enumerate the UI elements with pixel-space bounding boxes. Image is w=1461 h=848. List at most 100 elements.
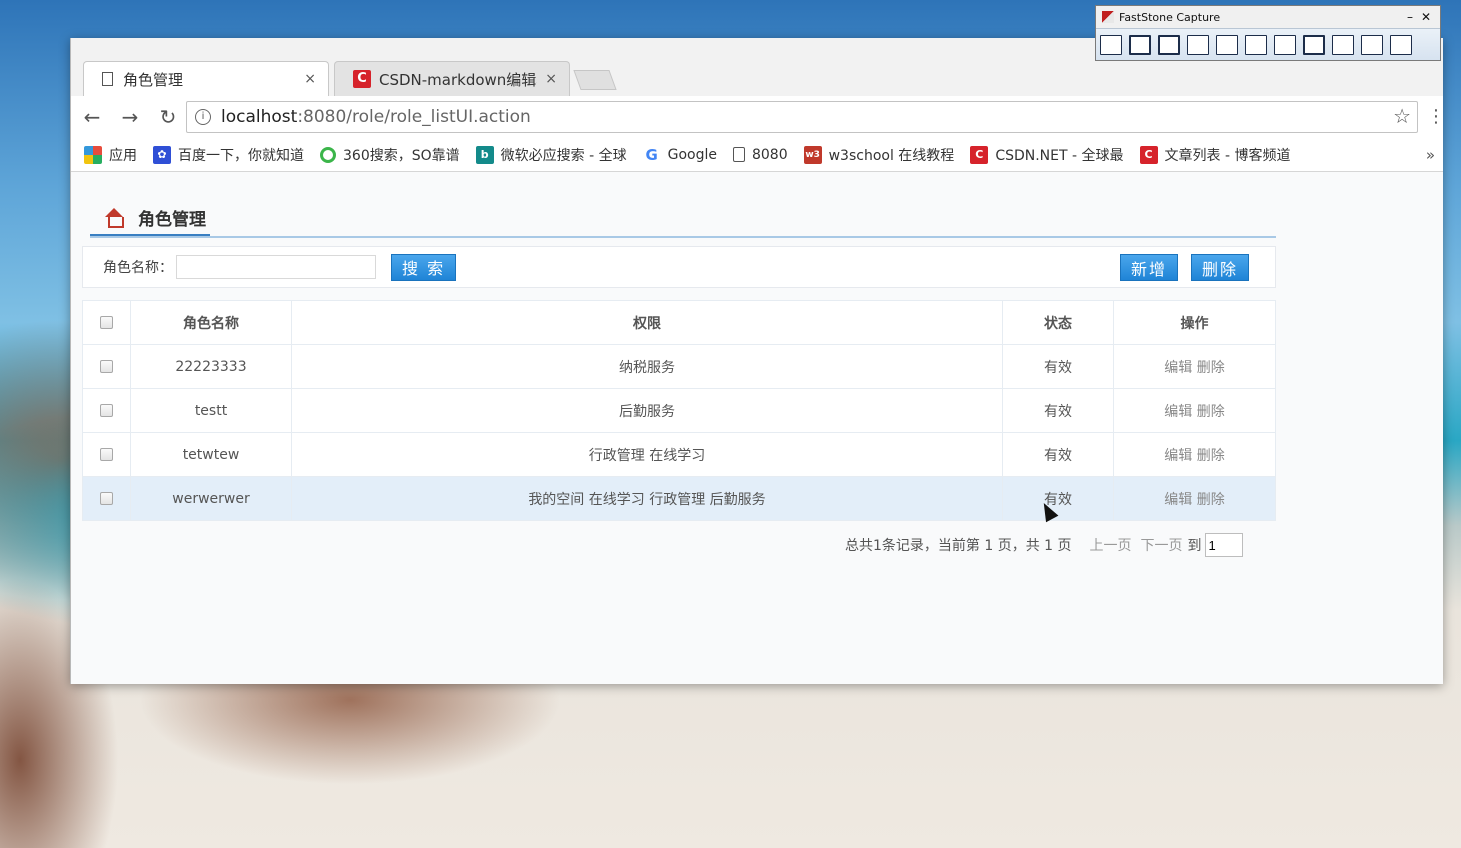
reload-button[interactable]: ↻ xyxy=(151,105,185,129)
bookmark-star-icon[interactable]: ☆ xyxy=(1393,104,1411,128)
select-all-checkbox[interactable] xyxy=(100,316,113,329)
search-button[interactable]: 搜 索 xyxy=(391,253,457,281)
settings-icon[interactable] xyxy=(1390,34,1412,55)
permissions-cell: 我的空间 在线学习 行政管理 后勤服务 xyxy=(291,476,1003,521)
bookmark-bing[interactable]: b 微软必应搜索 - 全球 xyxy=(475,145,627,165)
capture-fullscreen-icon[interactable] xyxy=(1245,34,1267,55)
role-name-input[interactable] xyxy=(176,255,376,279)
new-tab-button[interactable] xyxy=(573,70,617,90)
forward-button[interactable]: → xyxy=(113,105,147,129)
bookmark-label: 文章列表 - 博客频道 xyxy=(1164,147,1291,164)
address-bar[interactable]: i localhost:8080/role/role_listUI.action… xyxy=(186,101,1418,133)
capture-fixed-region-icon[interactable] xyxy=(1303,34,1325,55)
table-header-row: 角色名称 权限 状态 操作 xyxy=(82,300,1276,345)
delete-link[interactable]: 删除 xyxy=(1197,360,1225,376)
row-checkbox[interactable] xyxy=(100,404,113,417)
bookmark-w3school[interactable]: w3 w3school 在线教程 xyxy=(803,145,954,165)
role-name-cell: 22223333 xyxy=(130,344,292,389)
delete-link[interactable]: 删除 xyxy=(1197,448,1225,464)
edit-link[interactable]: 编辑 xyxy=(1164,404,1192,420)
info-icon[interactable]: i xyxy=(195,109,211,125)
minimize-button[interactable]: – xyxy=(1402,10,1418,24)
palette-icon[interactable] xyxy=(1361,34,1383,55)
bookmark-article-list[interactable]: C 文章列表 - 博客频道 xyxy=(1139,145,1291,165)
bookmark-google[interactable]: G Google xyxy=(642,145,717,164)
url-path: :8080/role/role_listUI.action xyxy=(297,107,531,127)
home-icon xyxy=(104,208,124,228)
browser-window: 角色管理 × C CSDN-markdown编辑器 × ← → ↻ i loca… xyxy=(70,38,1445,684)
delete-button[interactable]: 删除 xyxy=(1191,254,1250,281)
bookmark-360[interactable]: 360搜索，SO靠谱 xyxy=(320,145,460,165)
bookmark-label: CSDN.NET - 全球最 xyxy=(995,147,1124,164)
bookmark-8080[interactable]: 8080 xyxy=(732,146,788,163)
page-icon xyxy=(732,147,745,162)
table-row: testt 后勤服务 有效 编辑 删除 xyxy=(82,388,1276,433)
header-status: 状态 xyxy=(1002,300,1114,345)
bookmark-label: Google xyxy=(667,146,717,163)
delete-link[interactable]: 删除 xyxy=(1197,404,1225,420)
row-checkbox[interactable] xyxy=(100,492,113,505)
prev-page-link[interactable]: 上一页 xyxy=(1090,535,1132,555)
open-file-icon[interactable] xyxy=(1100,34,1122,55)
url-host: localhost xyxy=(221,107,298,127)
edit-link[interactable]: 编辑 xyxy=(1164,360,1192,376)
delete-link[interactable]: 删除 xyxy=(1197,492,1225,508)
capture-scrolling-icon[interactable] xyxy=(1274,34,1296,55)
page-content: 角色管理 角色名称： 搜 索 新增 删除 角色名称 权限 状态 操作 22223… xyxy=(71,172,1443,684)
page-icon xyxy=(102,72,113,86)
faststone-titlebar: FastStone Capture – ✕ xyxy=(1096,6,1440,28)
back-button[interactable]: ← xyxy=(75,105,109,129)
page-title: 角色管理 xyxy=(138,209,206,230)
status-cell: 有效 xyxy=(1002,476,1114,521)
pagination-summary: 总共1条记录，当前第 1 页，共 1 页 xyxy=(845,538,1072,554)
page-title-tab: 角色管理 xyxy=(90,200,210,236)
tab-role-management[interactable]: 角色管理 × xyxy=(83,61,329,96)
faststone-title: FastStone Capture xyxy=(1119,10,1221,24)
header-operations: 操作 xyxy=(1113,300,1276,345)
bookmark-csdn[interactable]: C CSDN.NET - 全球最 xyxy=(970,145,1124,165)
table-row: 22223333 纳税服务 有效 编辑 删除 xyxy=(82,344,1276,389)
header-permissions: 权限 xyxy=(291,300,1003,345)
edit-link[interactable]: 编辑 xyxy=(1164,448,1192,464)
close-button[interactable]: ✕ xyxy=(1418,10,1434,24)
bookmarks-overflow-button[interactable]: » xyxy=(1426,146,1435,164)
browser-menu-icon[interactable]: ⋮ xyxy=(1427,106,1445,127)
bookmark-baidu[interactable]: ✿ 百度一下，你就知道 xyxy=(153,145,304,165)
bookmark-label: 360搜索，SO靠谱 xyxy=(343,147,460,164)
csdn-icon: C xyxy=(353,70,371,88)
w3school-icon: w3 xyxy=(803,145,822,164)
capture-object-icon[interactable] xyxy=(1158,34,1180,55)
status-cell: 有效 xyxy=(1002,388,1114,433)
faststone-tools xyxy=(1096,28,1440,60)
role-name-cell: testt xyxy=(130,388,292,433)
row-select-cell xyxy=(82,476,131,521)
capture-window-icon[interactable] xyxy=(1129,34,1151,55)
search-label: 角色名称： xyxy=(103,260,173,276)
role-table: 角色名称 权限 状态 操作 22223333 纳税服务 有效 编辑 删除 tes… xyxy=(82,300,1276,521)
tab-csdn-markdown[interactable]: C CSDN-markdown编辑器 × xyxy=(334,61,570,96)
search-bar: 角色名称： 搜 索 新增 删除 xyxy=(82,246,1276,288)
apps-grid-icon xyxy=(84,145,102,164)
screen-recorder-icon[interactable] xyxy=(1332,34,1354,55)
bookmark-apps[interactable]: 应用 xyxy=(84,145,137,165)
bookmark-label: 微软必应搜索 - 全球 xyxy=(500,147,627,164)
status-cell: 有效 xyxy=(1002,432,1114,477)
next-page-link[interactable]: 下一页 xyxy=(1141,535,1183,555)
bookmark-label: 8080 xyxy=(751,146,788,163)
row-checkbox[interactable] xyxy=(100,360,113,373)
edit-link[interactable]: 编辑 xyxy=(1164,492,1192,508)
tab-close-icon[interactable]: × xyxy=(304,71,316,87)
add-button[interactable]: 新增 xyxy=(1120,254,1179,281)
tab-close-icon[interactable]: × xyxy=(545,71,557,87)
row-checkbox[interactable] xyxy=(100,448,113,461)
page-number-input[interactable] xyxy=(1204,533,1243,557)
so360-icon xyxy=(320,146,336,163)
operations-cell: 编辑 删除 xyxy=(1113,476,1276,521)
capture-rectangle-icon[interactable] xyxy=(1187,34,1209,55)
bookmark-label: 应用 xyxy=(109,147,137,164)
permissions-cell: 纳税服务 xyxy=(291,344,1003,389)
capture-freehand-icon[interactable] xyxy=(1216,34,1238,55)
pagination: 总共1条记录，当前第 1 页，共 1 页 上一页 下一页 到 xyxy=(845,533,1243,557)
table-row: tetwtew 行政管理 在线学习 有效 编辑 删除 xyxy=(82,432,1276,477)
bookmark-label: 百度一下，你就知道 xyxy=(178,147,304,164)
